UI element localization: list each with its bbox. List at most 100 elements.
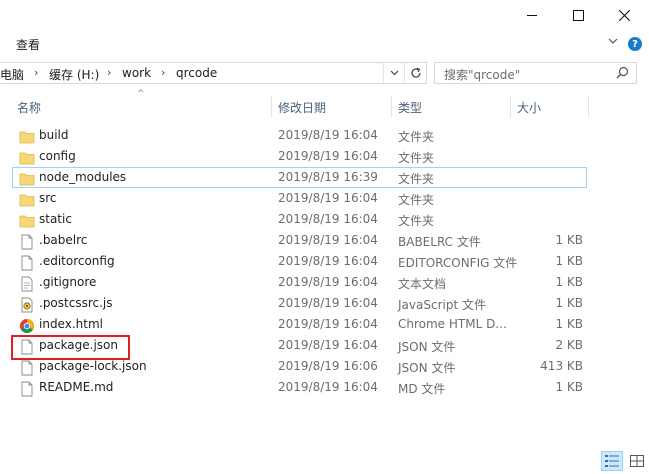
maximize-icon xyxy=(572,9,584,21)
file-name: src xyxy=(39,191,57,205)
breadcrumb-work[interactable]: work xyxy=(122,66,151,80)
annotation-highlight-box xyxy=(11,335,130,360)
file-row[interactable]: .editorconfig 2019/8/19 16:04 EDITORCONF… xyxy=(12,251,587,272)
file-row[interactable]: static 2019/8/19 16:04 文件夹 xyxy=(12,209,587,230)
file-row[interactable]: src 2019/8/19 16:04 文件夹 xyxy=(12,188,587,209)
breadcrumb-separator-icon[interactable]: › xyxy=(161,66,165,79)
file-size: 1 KB xyxy=(555,296,583,310)
folder-icon xyxy=(19,173,35,186)
file-date: 2019/8/19 16:04 xyxy=(278,380,378,394)
search-input[interactable]: 搜索"qrcode" xyxy=(434,62,637,84)
column-header-type[interactable]: 类型 xyxy=(398,96,422,118)
file-name: node_modules xyxy=(39,170,127,184)
file-name: package-lock.json xyxy=(39,359,147,373)
close-icon xyxy=(618,9,630,21)
file-type: JSON 文件 xyxy=(398,340,456,354)
sort-ascending-icon: ^ xyxy=(137,89,145,99)
text-file-icon xyxy=(21,276,33,292)
chevron-down-icon[interactable] xyxy=(608,38,618,45)
file-size: 1 KB xyxy=(555,254,583,268)
file-type: Chrome HTML D... xyxy=(398,317,507,331)
file-date: 2019/8/19 16:04 xyxy=(278,317,378,331)
file-name: build xyxy=(39,128,69,142)
column-header-name[interactable]: 名称 xyxy=(17,96,41,118)
file-date: 2019/8/19 16:04 xyxy=(278,338,378,352)
file-type: EDITORCONFIG 文件 xyxy=(398,256,518,270)
file-type: MD 文件 xyxy=(398,382,446,396)
file-row[interactable]: node_modules 2019/8/19 16:39 文件夹 xyxy=(12,167,587,188)
large-icons-view-button[interactable] xyxy=(626,451,648,471)
file-date: 2019/8/19 16:39 xyxy=(278,170,378,184)
file-date: 2019/8/19 16:04 xyxy=(278,233,378,247)
file-name: .editorconfig xyxy=(39,254,115,268)
column-divider[interactable] xyxy=(271,96,272,118)
file-date: 2019/8/19 16:04 xyxy=(278,275,378,289)
file-name: static xyxy=(39,212,72,226)
breadcrumb-separator-icon[interactable]: › xyxy=(107,66,111,79)
file-name: index.html xyxy=(39,317,103,331)
file-size: 1 KB xyxy=(555,317,583,331)
file-type: 文件夹 xyxy=(398,214,435,228)
breadcrumb-qrcode[interactable]: qrcode xyxy=(176,66,217,80)
file-date: 2019/8/19 16:04 xyxy=(278,212,378,226)
file-size: 1 KB xyxy=(555,275,583,289)
address-dropdown-button[interactable] xyxy=(383,63,404,83)
file-name: README.md xyxy=(39,380,114,394)
large-icons-view-icon xyxy=(630,455,644,467)
folder-icon xyxy=(19,215,35,228)
file-type: 文本文档 xyxy=(398,277,447,291)
breadcrumb-computer[interactable]: 电脑 xyxy=(0,66,24,83)
refresh-button[interactable] xyxy=(404,63,427,83)
file-name: config xyxy=(39,149,76,163)
file-type: 文件夹 xyxy=(398,130,435,144)
file-date: 2019/8/19 16:06 xyxy=(278,359,378,373)
address-bar[interactable]: 电脑 › 缓存 (H:) › work › qrcode xyxy=(0,62,427,84)
folder-icon xyxy=(19,194,35,207)
tab-view[interactable]: 查看 xyxy=(16,36,40,53)
search-icon[interactable] xyxy=(616,66,629,79)
column-header-date[interactable]: 修改日期 xyxy=(278,96,326,118)
file-row[interactable]: README.md 2019/8/19 16:04 MD 文件 1 KB xyxy=(12,377,587,398)
file-row[interactable]: .gitignore 2019/8/19 16:04 文本文档 1 KB xyxy=(12,272,587,293)
chrome-icon xyxy=(20,319,34,333)
file-date: 2019/8/19 16:04 xyxy=(278,149,378,163)
file-row[interactable]: build 2019/8/19 16:04 文件夹 xyxy=(12,125,587,146)
maximize-button[interactable] xyxy=(555,0,601,30)
file-row[interactable]: index.html 2019/8/19 16:04 Chrome HTML D… xyxy=(12,314,587,335)
script-file-icon xyxy=(21,297,33,313)
file-icon xyxy=(21,381,33,397)
file-row[interactable]: config 2019/8/19 16:04 文件夹 xyxy=(12,146,587,167)
file-name: .babelrc xyxy=(39,233,88,247)
file-type: 文件夹 xyxy=(398,193,435,207)
breadcrumb-separator-icon[interactable]: › xyxy=(34,66,38,79)
file-type: 文件夹 xyxy=(398,151,435,165)
help-icon[interactable]: ? xyxy=(628,37,642,51)
search-placeholder: 搜索"qrcode" xyxy=(444,68,521,82)
ribbon: 查看 xyxy=(0,30,649,58)
refresh-icon xyxy=(411,67,421,78)
file-icon xyxy=(21,255,33,271)
file-size: 2 KB xyxy=(555,338,583,352)
file-type: 文件夹 xyxy=(398,172,435,186)
close-button[interactable] xyxy=(601,0,647,30)
file-date: 2019/8/19 16:04 xyxy=(278,254,378,268)
file-type: BABELRC 文件 xyxy=(398,235,481,249)
file-row[interactable]: .postcssrc.js 2019/8/19 16:04 JavaScript… xyxy=(12,293,587,314)
title-bar xyxy=(0,0,649,30)
folder-icon xyxy=(19,152,35,165)
file-date: 2019/8/19 16:04 xyxy=(278,191,378,205)
column-divider[interactable] xyxy=(391,96,392,118)
chevron-down-icon xyxy=(390,70,398,76)
column-divider[interactable] xyxy=(510,96,511,118)
file-date: 2019/8/19 16:04 xyxy=(278,296,378,310)
details-view-button[interactable] xyxy=(601,451,623,471)
file-row[interactable]: .babelrc 2019/8/19 16:04 BABELRC 文件 1 KB xyxy=(12,230,587,251)
column-divider[interactable] xyxy=(588,96,589,118)
minimize-button[interactable] xyxy=(509,0,555,30)
breadcrumb-drive[interactable]: 缓存 (H:) xyxy=(49,66,99,83)
column-header-size[interactable]: 大小 xyxy=(517,96,541,118)
file-size: 1 KB xyxy=(555,380,583,394)
folder-icon xyxy=(19,131,35,144)
file-type: JavaScript 文件 xyxy=(398,298,486,312)
file-type: JSON 文件 xyxy=(398,361,456,375)
